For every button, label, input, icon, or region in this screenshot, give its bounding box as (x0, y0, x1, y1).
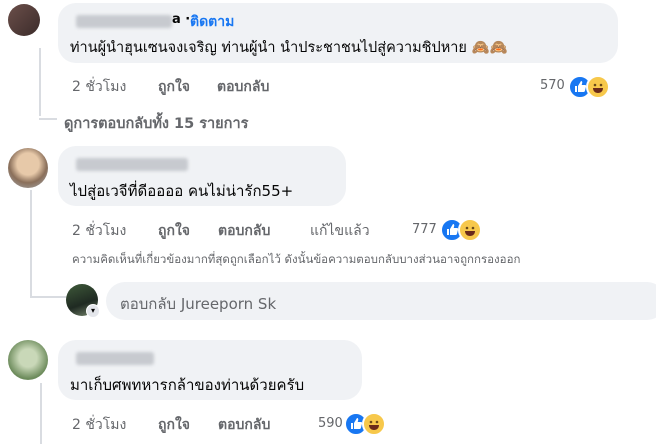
thread-line (40, 383, 42, 444)
like-button[interactable]: ถูกใจ (158, 220, 190, 242)
reaction-count[interactable]: 570 (540, 78, 565, 93)
timestamp[interactable]: 2 ชั่วโมง (72, 220, 126, 242)
reply-button[interactable]: ตอบกลับ (218, 414, 270, 436)
reply-button[interactable]: ตอบกลับ (217, 76, 269, 98)
avatar[interactable] (8, 4, 40, 36)
thread-line (30, 296, 66, 298)
thread-line (30, 190, 32, 296)
comment-text: ท่านผู้นำฮุนเซนจงเจริญ ท่านผู้นำ นำประชา… (70, 40, 508, 56)
thread-line (39, 118, 57, 120)
commenter-name[interactable] (76, 158, 188, 171)
follow-prefix: a · (172, 12, 191, 27)
reaction-count[interactable]: 777 (412, 222, 437, 237)
timestamp[interactable]: 2 ชั่วโมง (72, 414, 126, 436)
timestamp[interactable]: 2 ชั่วโมง (72, 76, 126, 98)
thread-line (39, 48, 41, 116)
avatar-menu-chevron-icon[interactable]: ▾ (86, 304, 100, 318)
filter-note: ความคิดเห็นที่เกี่ยวข้องมากที่สุดถูกเลือ… (72, 252, 521, 266)
reply-input[interactable]: ตอบกลับ Jureeporn Sk (106, 282, 656, 320)
follow-link[interactable]: ติดตาม (190, 11, 234, 33)
comment-text: ไปสู่อเวจีที่ดีออออ คนไม่น่ารัก55+ (70, 182, 294, 200)
commenter-name[interactable] (76, 15, 172, 28)
commenter-name[interactable] (76, 352, 154, 365)
comment-bubble: a · ติดตาม ท่านผู้นำฮุนเซนจงเจริญ ท่านผู… (58, 3, 618, 63)
comment-bubble: มาเก็บศพทหารกล้าของท่านด้วยครับ (58, 340, 362, 400)
edited-label[interactable]: แก้ไขแล้ว (310, 220, 370, 242)
haha-reaction-icon (458, 218, 482, 242)
reply-button[interactable]: ตอบกลับ (218, 220, 270, 242)
haha-reaction-icon (586, 75, 610, 99)
like-button[interactable]: ถูกใจ (158, 414, 190, 436)
reaction-count[interactable]: 590 (318, 416, 343, 431)
haha-reaction-icon (362, 412, 386, 436)
avatar[interactable] (8, 148, 48, 188)
like-button[interactable]: ถูกใจ (158, 76, 190, 98)
reply-input-placeholder: ตอบกลับ Jureeporn Sk (120, 295, 277, 313)
view-replies-link[interactable]: ดูการตอบกลับทั้ง 15 รายการ (64, 112, 248, 135)
comment-text: มาเก็บศพทหารกล้าของท่านด้วยครับ (70, 376, 305, 394)
comment-bubble: ไปสู่อเวจีที่ดีออออ คนไม่น่ารัก55+ (58, 146, 346, 206)
avatar[interactable] (8, 340, 48, 380)
